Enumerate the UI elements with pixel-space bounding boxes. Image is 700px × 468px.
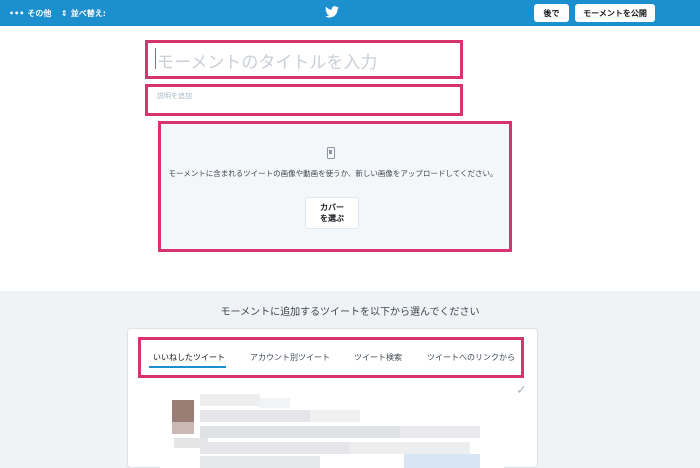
avatar <box>172 400 194 422</box>
more-label: その他 <box>27 8 52 18</box>
cover-description: モーメントに含まれるツイートの画像や動画を使うか、新しい画像をアップロードしてく… <box>168 169 498 178</box>
more-menu[interactable]: ••• その他 <box>9 0 51 26</box>
choose-cover-button[interactable]: カバーを選ぶ <box>305 197 359 229</box>
sort-label: 並べ替え: <box>70 8 106 18</box>
tab-liked-tweets[interactable]: いいねしたツイート <box>153 352 225 363</box>
sort-icon: ⇕ <box>61 8 68 18</box>
blur-block <box>200 410 310 422</box>
check-icon[interactable]: ✓ <box>516 383 527 398</box>
tweet-picker-heading: モーメントに追加するツイートを以下から選んでください <box>220 307 480 318</box>
twitter-bird-icon <box>325 6 339 18</box>
publish-moment-button[interactable]: モーメントを公開 <box>575 4 655 22</box>
phone-image-icon <box>327 147 335 159</box>
blur-block <box>200 426 400 438</box>
tab-tweet-link[interactable]: ツイートへのリンクから <box>427 352 515 363</box>
tweet-card-blurred[interactable] <box>160 388 504 468</box>
cover-area <box>158 121 512 252</box>
more-dots-icon: ••• <box>9 8 25 18</box>
description-placeholder: 説明を追加 <box>157 92 192 100</box>
blur-block <box>200 442 350 454</box>
later-button[interactable]: 後で <box>534 4 569 22</box>
description-input[interactable] <box>145 84 463 116</box>
blur-block <box>200 394 260 406</box>
top-bar: ••• その他 ⇕ 並べ替え: 後で モーメントを公開 <box>0 0 700 26</box>
blur-block <box>400 426 480 438</box>
tab-tweet-search[interactable]: ツイート検索 <box>354 352 402 363</box>
blur-block <box>200 456 320 468</box>
blur-block <box>350 442 470 454</box>
avatar-shade <box>172 422 194 434</box>
blur-block-blue <box>404 454 480 468</box>
blur-block <box>260 398 290 408</box>
sort-menu[interactable]: ⇕ 並べ替え: <box>61 0 106 26</box>
text-caret <box>155 48 156 69</box>
title-placeholder: モーメントのタイトルを入力 <box>157 53 378 73</box>
blur-block <box>310 410 360 422</box>
tab-by-account[interactable]: アカウント別ツイート <box>250 352 330 363</box>
active-tab-indicator <box>149 366 226 368</box>
